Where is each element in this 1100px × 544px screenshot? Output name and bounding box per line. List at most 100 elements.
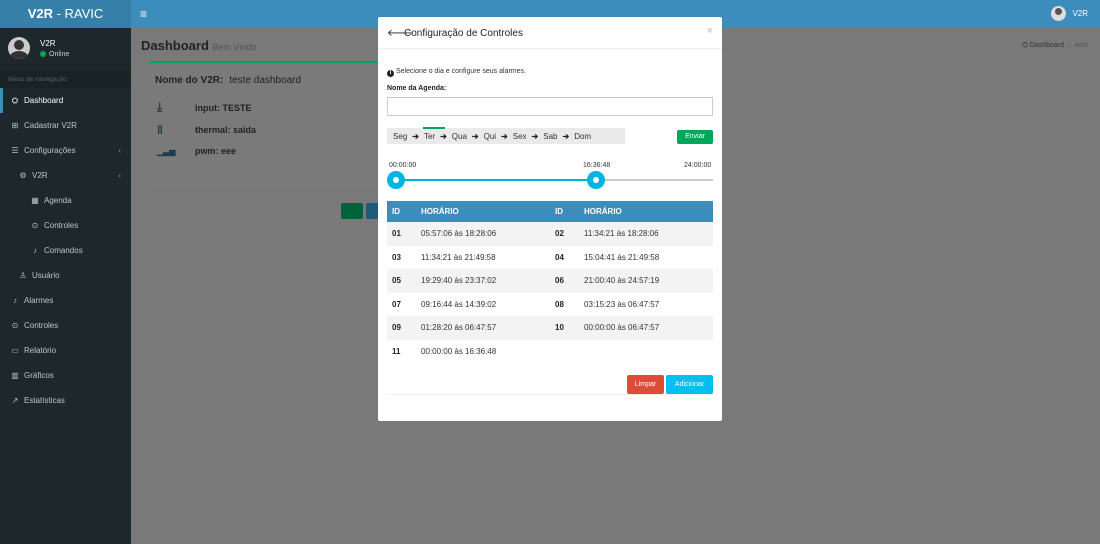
clear-button[interactable]: Limpar (627, 375, 664, 394)
breadcrumb: ⛭ Dashboard › Aovi (1022, 42, 1088, 49)
table-cell-time: 09:16:44 às 14:39:02 (421, 299, 497, 309)
send-button[interactable]: Enviar (677, 130, 713, 144)
app-logo[interactable]: V2R - RAVIC (0, 0, 131, 28)
signal-icon: ▁▃▅ (157, 146, 176, 156)
sidebar-item-usuario[interactable]: ♙ Usuário (0, 263, 131, 288)
table-cell-time: 19:29:40 às 23:37:02 (421, 276, 497, 286)
day-dom[interactable]: Dom (574, 132, 591, 141)
table-cell-id: 07 (392, 299, 401, 309)
table-cell-time: 11:34:21 às 18:28:06 (584, 229, 659, 239)
slider-max-label: 24:00:00 (684, 162, 712, 169)
sidebar-item-controles-sub[interactable]: ⊙ Controles (0, 213, 131, 238)
user-icon: ♙ (19, 271, 27, 280)
modal-header: 🡐 Configuração de Controles × (378, 17, 722, 49)
avatar (8, 37, 30, 59)
gamepad-icon: ⊙ (11, 321, 19, 330)
chevron-left-icon: ‹ (118, 171, 121, 180)
user-menu[interactable]: V2R (1051, 6, 1088, 21)
arrow-right-icon: ➔ (531, 131, 539, 141)
sidebar-item-alarmes[interactable]: ♪ Alarmes (0, 288, 131, 313)
chevron-left-icon: ‹ (118, 146, 121, 155)
table-cell-id: 09 (392, 323, 401, 333)
day-sex[interactable]: Sex (513, 132, 527, 141)
plus-square-icon: ⊞ (11, 121, 19, 130)
slider-value-label: 16:36:48 (583, 162, 611, 169)
menu-header: Menu de navegação (0, 71, 131, 88)
modal-footer-divider (387, 394, 713, 395)
line-chart-icon: ↗ (11, 396, 19, 405)
table-cell-id: 10 (555, 323, 564, 333)
arrow-right-icon: ➔ (471, 131, 479, 141)
add-button[interactable]: Adicionar (666, 375, 713, 394)
table-row: 11 00:00:00 às 16:36:48 (387, 339, 713, 364)
table-row: 09 01:28:20 às 06:47:57 10 00:00:00 às 0… (387, 316, 713, 340)
bar-chart-icon: ▥ (11, 371, 19, 380)
sidebar-item-relatorio[interactable]: ▭ Relatório (0, 338, 131, 363)
arrow-right-icon: ➔ (562, 131, 570, 141)
table-cell-time: 01:28:20 às 06:47:57 (421, 323, 497, 333)
table-cell-time: 00:00:00 às 16:36:48 (421, 346, 497, 356)
dashboard-row-thermal: ǁ thermal: saida (157, 123, 257, 137)
column-header-id: ID (387, 201, 416, 222)
user-name: V2R (1072, 9, 1088, 18)
gear-icon: ⚙ (19, 171, 27, 180)
view-button[interactable] (341, 203, 363, 219)
breadcrumb-current: Aovi (1074, 42, 1088, 49)
page-title: Dashboard Bem Vindo (141, 38, 257, 53)
day-qui[interactable]: Qui (484, 132, 496, 141)
table-cell-time: 03:15:23 às 06:47:57 (584, 299, 660, 309)
table-row: 05 19:29:40 às 23:37:02 06 21:00:40 às 2… (387, 269, 713, 293)
controls-modal: 🡐 Configuração de Controles × i Selecione… (378, 17, 722, 421)
calendar-icon: ▦ (31, 196, 39, 205)
sidebar-item-dashboard[interactable]: ⛭ Dashboard (0, 88, 131, 113)
table-cell-id: 03 (392, 252, 401, 262)
table-cell-time: 00:00:00 às 06:47:57 (584, 323, 660, 333)
page-subtitle: Bem Vindo (212, 42, 257, 52)
sidebar-item-estatisticas[interactable]: ↗ Estatísticas (0, 388, 131, 413)
slider-end-handle[interactable] (587, 171, 605, 189)
table-cell-id: 08 (555, 299, 564, 309)
table-cell-time (579, 340, 713, 364)
download-icon: ⤓ (157, 100, 163, 114)
slider-start-handle[interactable] (387, 171, 405, 189)
arrow-right-icon: ➔ (440, 131, 447, 141)
day-ter[interactable]: Ter (422, 126, 446, 141)
sidebar-item-v2r[interactable]: ⚙ V2R ‹ (0, 163, 131, 188)
column-header-horario: HORÁRIO (416, 201, 550, 222)
day-qua[interactable]: Qua (452, 132, 467, 141)
sidebar-item-comandos[interactable]: ♪ Comandos (0, 238, 131, 263)
dashboard-row-pwm: ▁▃▅ pwm: eee (157, 146, 237, 156)
time-slider-fill (396, 179, 596, 181)
bell-icon: ♪ (33, 246, 37, 255)
sidebar-item-cadastrar[interactable]: ⊞ Cadastrar V2R (0, 113, 131, 138)
day-selector: Seg ➔ Ter ➔ Qua ➔ Qui ➔ Sex ➔ Sab ➔ Dom (387, 126, 625, 144)
list-icon: ☰ (11, 146, 19, 155)
user-panel: V2R Online (0, 28, 131, 68)
table-cell-id: 05 (392, 276, 401, 286)
sidebar-item-configuracoes[interactable]: ☰ Configurações ‹ (0, 138, 131, 163)
user-status: Online (40, 50, 69, 58)
sidebar-item-controles[interactable]: ⊙ Controles (0, 313, 131, 338)
sidebar-item-graficos[interactable]: ▥ Gráficos (0, 363, 131, 388)
bell-icon: ♪ (13, 296, 17, 305)
dashboard-card: Nome do V2R: teste dashboard ⤓ input: TEST… (149, 61, 388, 219)
table-cell-id: 06 (555, 276, 564, 286)
dashboard-icon: ⛭ (11, 95, 19, 105)
schedule-table: ID HORÁRIO ID HORÁRIO 01 05:57:06 às 18:… (387, 201, 713, 363)
online-dot-icon (40, 50, 46, 57)
breadcrumb-home[interactable]: ⛭ Dashboard (1022, 42, 1064, 49)
arrow-right-icon: ➔ (412, 131, 419, 141)
day-seg[interactable]: Seg (393, 132, 407, 141)
column-header-id: ID (550, 201, 579, 222)
agenda-name-label: Nome da Agenda: (387, 85, 447, 92)
hamburger-icon[interactable]: ≡ (140, 7, 147, 21)
table-cell-id: 02 (555, 229, 564, 239)
sidebar-item-agenda[interactable]: ▦ Agenda (0, 188, 131, 213)
slider-min-label: 00:00:00 (389, 162, 417, 169)
file-icon: ▭ (11, 346, 19, 355)
day-sab[interactable]: Sab (543, 132, 557, 141)
agenda-name-input[interactable] (387, 97, 713, 116)
close-icon[interactable]: × (707, 25, 713, 37)
dashboard-name: Nome do V2R: teste dashboard (155, 75, 302, 86)
thermometer-icon: ǁ (157, 123, 163, 137)
